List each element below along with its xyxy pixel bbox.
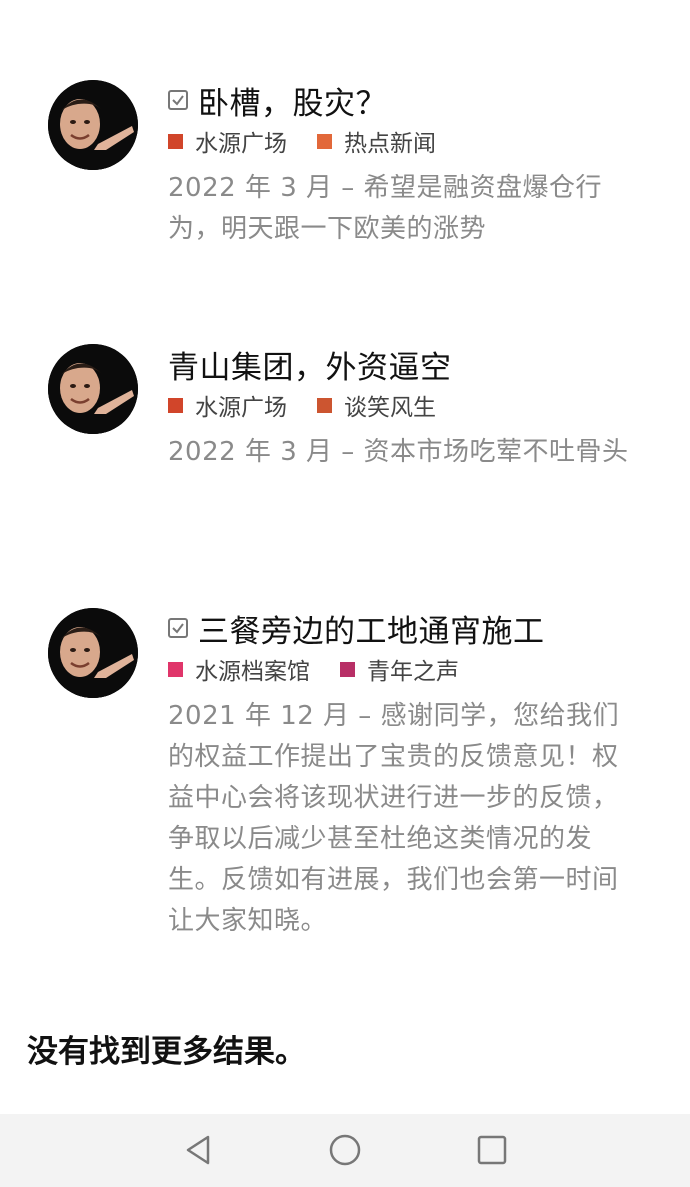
user-avatar[interactable] — [48, 608, 138, 698]
result-tags: 水源广场 谈笑风生 — [168, 388, 640, 422]
tag-category[interactable]: 水源广场 — [168, 388, 287, 422]
tag-color-swatch — [317, 133, 332, 149]
tag-color-swatch — [168, 661, 183, 677]
checkbox-checked-icon — [168, 90, 188, 110]
tag-category[interactable]: 水源档案馆 — [168, 652, 310, 686]
checkbox-checked-icon — [168, 618, 188, 638]
result-excerpt: 2022 年 3 月 – 资本市场吃荤不吐骨头 — [168, 437, 629, 467]
tag-color-swatch — [168, 397, 183, 413]
tag-label: 水源广场 — [195, 131, 287, 157]
home-icon[interactable] — [327, 1132, 363, 1168]
result-excerpt: 2022 年 3 月 – 希望是融资盘爆仓行为，明天跟一下欧美的涨势 — [168, 173, 603, 244]
tag-category[interactable]: 热点新闻 — [317, 124, 436, 158]
tag-color-swatch — [317, 397, 332, 413]
search-results-page: 卧槽，股灾？ 水源广场 热点新闻 2022 年 3 月 – 希望是融资盘爆仓行为… — [0, 0, 690, 1187]
no-more-results-message: 没有找到更多结果。 — [27, 1034, 306, 1070]
recents-icon[interactable] — [474, 1132, 510, 1168]
result-title[interactable]: 三餐旁边的工地通宵施工 — [198, 606, 545, 651]
result-tags: 水源广场 热点新闻 — [168, 124, 640, 158]
tag-label: 水源广场 — [195, 395, 287, 421]
tag-label: 谈笑风生 — [344, 395, 436, 421]
system-navigation-bar — [0, 1114, 690, 1187]
tag-label: 水源档案馆 — [195, 659, 310, 685]
user-avatar[interactable] — [48, 80, 138, 170]
tag-category[interactable]: 水源广场 — [168, 124, 287, 158]
result-title[interactable]: 青山集团，外资逼空 — [168, 342, 452, 387]
back-icon[interactable] — [180, 1132, 216, 1168]
tag-category[interactable]: 青年之声 — [340, 652, 459, 686]
tag-label: 青年之声 — [367, 659, 459, 685]
result-tags: 水源档案馆 青年之声 — [168, 652, 640, 686]
avatar-portrait-icon — [48, 80, 138, 170]
tag-color-swatch — [168, 133, 183, 149]
result-title[interactable]: 卧槽，股灾？ — [198, 78, 387, 123]
tag-category[interactable]: 谈笑风生 — [317, 388, 436, 422]
tag-color-swatch — [340, 661, 355, 677]
tag-label: 热点新闻 — [344, 131, 436, 157]
avatar-portrait-icon — [48, 344, 138, 434]
result-excerpt: 2021 年 12 月 – 感谢同学，您给我们的权益工作提出了宝贵的反馈意见！权… — [168, 701, 620, 936]
avatar-portrait-icon — [48, 608, 138, 698]
user-avatar[interactable] — [48, 344, 138, 434]
